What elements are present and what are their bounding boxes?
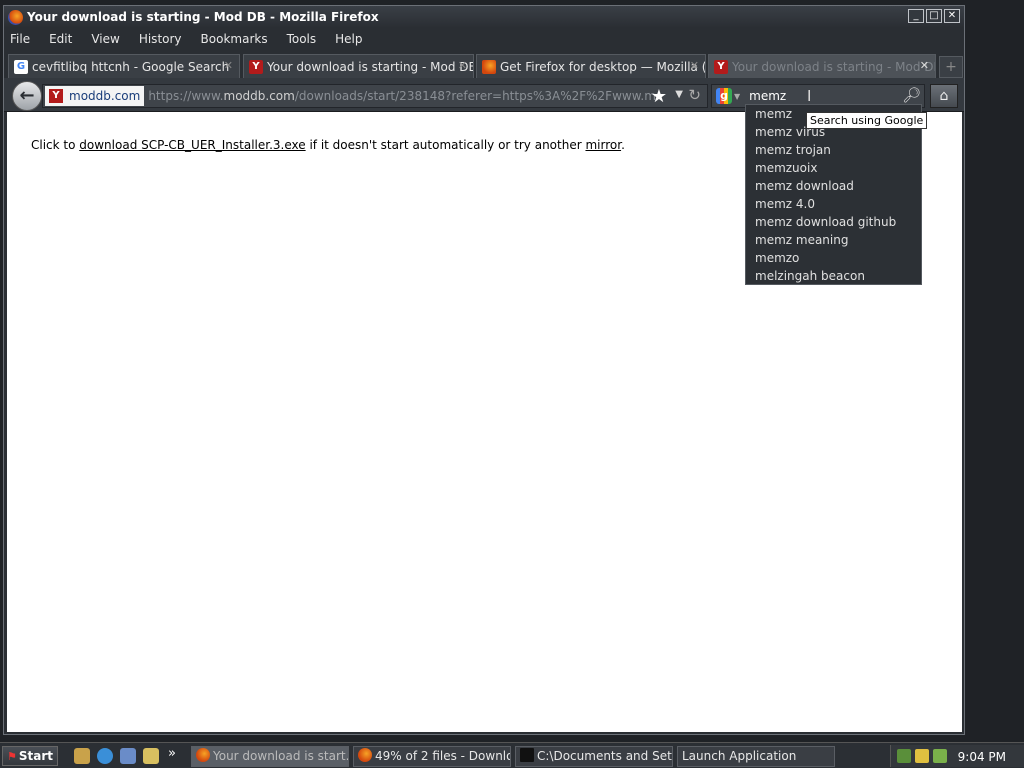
- taskbar-downloads[interactable]: 49% of 2 files - Downloads: [353, 746, 511, 767]
- new-tab-button[interactable]: +: [939, 56, 963, 78]
- system-tray: 9:04 PM: [890, 745, 1024, 767]
- firefox-icon: [482, 59, 496, 74]
- taskbar: ⚑ Start » Your download is start... 49% o…: [0, 742, 1024, 768]
- window-title: Your download is starting - Mod DB - Moz…: [27, 10, 379, 24]
- firefox-icon: [196, 748, 210, 762]
- google-engine-icon[interactable]: g: [716, 88, 732, 104]
- tab-label: cevfitlibq httcnh - Google Search: [32, 59, 230, 74]
- back-button[interactable]: ←: [12, 81, 42, 111]
- menu-edit[interactable]: Edit: [49, 32, 72, 46]
- title-bar: Your download is starting - Mod DB - Moz…: [4, 6, 964, 28]
- bookmark-star-icon[interactable]: ★: [651, 86, 667, 107]
- firefox-icon: [358, 748, 372, 762]
- clock: 9:04 PM: [957, 750, 1006, 764]
- shield-icon[interactable]: [933, 749, 947, 763]
- google-icon: G: [14, 59, 28, 74]
- tab-bar: G cevfitlibq httcnh - Google Search ✕ Y …: [4, 52, 964, 78]
- taskbar-firefox-window[interactable]: Your download is start...: [191, 746, 349, 767]
- tab-firefox[interactable]: Get Firefox for desktop — Mozilla (US) ✕: [476, 54, 706, 78]
- wand-icon[interactable]: [915, 749, 929, 763]
- search-input[interactable]: memz: [749, 89, 786, 103]
- engine-dropdown-icon[interactable]: ▼: [734, 92, 740, 101]
- suggestion-item[interactable]: memz download: [746, 177, 921, 195]
- close-tab-icon[interactable]: ✕: [458, 59, 467, 72]
- menu-file[interactable]: File: [10, 32, 30, 46]
- url-text[interactable]: https://www.moddb.com/downloads/start/23…: [148, 89, 656, 103]
- site-identity[interactable]: Y moddb.com: [45, 86, 145, 106]
- tab-moddb[interactable]: Y Your download is starting - Mod DB ✕: [243, 54, 474, 78]
- tab-label: Get Firefox for desktop — Mozilla (US): [500, 59, 706, 74]
- menu-view[interactable]: View: [91, 32, 119, 46]
- suggestion-item[interactable]: memz meaning: [746, 231, 921, 249]
- reload-icon[interactable]: ↻: [688, 86, 701, 104]
- moddb-icon: Y: [249, 59, 263, 74]
- home-button[interactable]: ⌂: [930, 84, 958, 108]
- search-suggestions: memz memz virus memz trojan memzuoix mem…: [745, 104, 922, 285]
- dropdown-arrow-icon[interactable]: ▼: [675, 89, 683, 100]
- menu-history[interactable]: History: [139, 32, 182, 46]
- menu-help[interactable]: Help: [335, 32, 362, 46]
- suggestion-item[interactable]: memzuoix: [746, 159, 921, 177]
- network-icon[interactable]: [897, 749, 911, 763]
- moddb-icon: Y: [714, 59, 728, 74]
- windows-flag-icon: ⚑: [7, 750, 17, 763]
- firefox-icon: [8, 9, 23, 25]
- desktop-icon[interactable]: [74, 748, 90, 764]
- ie-icon[interactable]: [97, 748, 113, 764]
- url-bar[interactable]: Y moddb.com https://www.moddb.com/downlo…: [42, 84, 708, 108]
- suggestion-item[interactable]: memz 4.0: [746, 195, 921, 213]
- tab-label: Your download is starting - Mod DB: [267, 59, 474, 74]
- suggestion-item[interactable]: melzingah beacon: [746, 267, 921, 285]
- explorer-icon[interactable]: [143, 748, 159, 764]
- suggestion-item[interactable]: memz trojan: [746, 141, 921, 159]
- text-cursor-icon: I: [807, 87, 812, 105]
- tab-google-search[interactable]: G cevfitlibq httcnh - Google Search ✕: [8, 54, 240, 78]
- mirror-link[interactable]: mirror: [585, 138, 621, 152]
- suggestion-item[interactable]: memzo: [746, 249, 921, 267]
- menu-tools[interactable]: Tools: [287, 32, 317, 46]
- outlook-icon[interactable]: [120, 748, 136, 764]
- suggestion-item[interactable]: memz download github: [746, 213, 921, 231]
- tab-moddb-active[interactable]: Y Your download is starting - Mod DB ✕: [708, 54, 936, 78]
- taskbar-launch-application[interactable]: Launch Application: [677, 746, 835, 767]
- close-tab-icon[interactable]: ✕: [690, 59, 699, 72]
- search-tooltip: Search using Google: [806, 112, 928, 129]
- close-tab-icon[interactable]: ✕: [224, 59, 233, 72]
- maximize-button[interactable]: □: [926, 9, 942, 23]
- minimize-button[interactable]: _: [908, 9, 924, 23]
- close-tab-icon[interactable]: ✕: [920, 59, 929, 72]
- quicklaunch-chevron[interactable]: »: [168, 746, 176, 761]
- search-magnifier-icon[interactable]: 🔎︎: [902, 86, 921, 104]
- menu-bookmarks[interactable]: Bookmarks: [201, 32, 268, 46]
- moddb-icon: Y: [49, 89, 63, 103]
- close-button[interactable]: ✕: [944, 9, 960, 23]
- 7zip-icon: [520, 748, 534, 762]
- download-message: Click to download SCP-CB_UER_Installer.3…: [31, 138, 625, 152]
- identity-label: moddb.com: [69, 89, 141, 103]
- download-link[interactable]: download SCP-CB_UER_Installer.3.exe: [79, 138, 305, 152]
- taskbar-7zip[interactable]: C:\Documents and Settin...: [515, 746, 673, 767]
- start-button[interactable]: ⚑ Start: [2, 746, 58, 766]
- menu-bar: File Edit View History Bookmarks Tools H…: [4, 29, 964, 49]
- tab-label: Your download is starting - Mod DB: [732, 59, 936, 74]
